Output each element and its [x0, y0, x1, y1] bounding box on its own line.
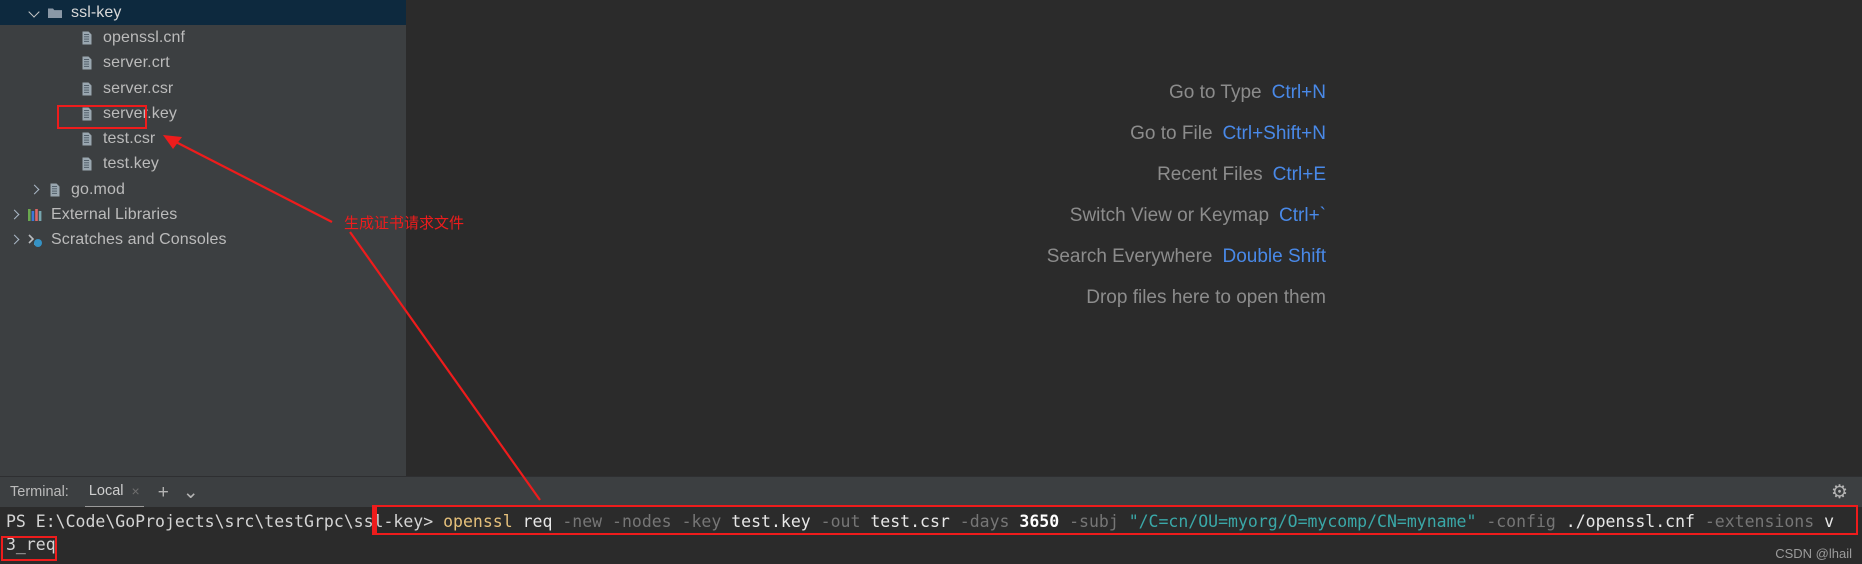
- tree-item-label: External Libraries: [51, 206, 178, 224]
- tree-item-label: openssl.cnf: [103, 28, 186, 46]
- shortcut-key: Double Shift: [1222, 245, 1326, 267]
- tree-item-openssl-cnf[interactable]: openssl.cnf: [0, 25, 406, 50]
- shortcut-label: Search Everywhere: [1046, 245, 1213, 267]
- command-token: ./openssl.cnf: [1565, 512, 1695, 531]
- shortcut-hint-row: Go to Type Ctrl+N: [406, 72, 1326, 113]
- shortcut-hint-row: Drop files here to open them: [406, 277, 1326, 318]
- gear-icon[interactable]: ⚙: [1831, 483, 1848, 502]
- tree-item-label: test.key: [103, 155, 159, 173]
- tree-item-label: server.key: [103, 104, 177, 122]
- command-start-marker: [374, 506, 377, 534]
- tree-item-label: test.csr: [103, 130, 156, 148]
- shortcut-hint-row: Search Everywhere Double Shift: [406, 236, 1326, 277]
- shortcut-hint-row: Switch View or Keymap Ctrl+`: [406, 195, 1326, 236]
- chevron-down-icon[interactable]: [28, 6, 42, 20]
- file-icon: [78, 54, 96, 72]
- folder-icon: [46, 4, 64, 22]
- terminal-command[interactable]: openssl req -new -nodes -key test.key -o…: [433, 512, 1834, 531]
- chevron-right-icon[interactable]: [8, 233, 22, 247]
- shortcut-hints-list: Go to Type Ctrl+N Go to File Ctrl+Shift+N Re…: [406, 72, 1326, 318]
- chevron-right-icon[interactable]: [8, 208, 22, 222]
- project-tree-panel[interactable]: ssl-key openssl.cnf server.crt server.csr se…: [0, 0, 406, 476]
- shortcut-label: Switch View or Keymap: [1069, 204, 1270, 226]
- tree-item-test-key[interactable]: test.key: [0, 152, 406, 177]
- terminal-output[interactable]: PS E:\Code\GoProjects\src\testGrpc\ssl-k…: [0, 507, 1862, 564]
- command-token: test.key: [731, 512, 811, 531]
- close-icon[interactable]: ×: [132, 483, 140, 499]
- file-icon: [78, 155, 96, 173]
- command-token: openssl: [443, 512, 513, 531]
- shortcut-label: Go to File: [1130, 122, 1213, 144]
- file-icon: [46, 181, 64, 199]
- shortcut-key: Ctrl+`: [1279, 204, 1326, 226]
- command-token: -config: [1486, 512, 1556, 531]
- command-token: 3650: [1019, 512, 1060, 531]
- terminal-tab-label: Local: [88, 483, 124, 499]
- command-token: req: [522, 512, 553, 531]
- file-icon: [78, 105, 96, 123]
- library-icon: [26, 206, 44, 224]
- chevron-right-icon[interactable]: [28, 183, 42, 197]
- command-token: -extensions: [1704, 512, 1815, 531]
- terminal-tab-local[interactable]: Local ×: [84, 477, 144, 508]
- chevron-down-icon[interactable]: ⌄: [183, 483, 199, 502]
- tree-item-test-csr[interactable]: test.csr: [0, 126, 406, 151]
- terminal-command-continuation: 3_req: [6, 535, 56, 554]
- tree-item-ssl-key[interactable]: ssl-key: [0, 0, 406, 26]
- tree-item-label: server.crt: [103, 54, 170, 72]
- watermark-label: CSDN @lhail: [1775, 546, 1852, 561]
- shortcut-hint-row: Recent Files Ctrl+E: [406, 154, 1326, 195]
- scratches-icon: [26, 231, 44, 249]
- tree-item-label: server.csr: [103, 79, 174, 97]
- file-icon: [78, 29, 96, 47]
- command-token: -nodes: [612, 512, 672, 531]
- tree-item-label: ssl-key: [71, 3, 122, 21]
- file-icon: [78, 80, 96, 98]
- command-token: v: [1824, 512, 1835, 531]
- annotation-note: 生成证书请求文件: [344, 214, 465, 232]
- command-token: test.csr: [870, 512, 950, 531]
- command-token: -key: [681, 512, 722, 531]
- terminal-title: Terminal:: [10, 484, 69, 500]
- command-token: -subj: [1069, 512, 1119, 531]
- ide-window: ssl-key openssl.cnf server.crt server.csr se…: [0, 0, 1862, 564]
- shortcut-label: Go to Type: [1169, 81, 1262, 103]
- editor-empty-state: Go to Type Ctrl+N Go to File Ctrl+Shift+N Re…: [406, 0, 1862, 476]
- command-token: -days: [959, 512, 1010, 531]
- shortcut-key: Ctrl+E: [1272, 163, 1326, 185]
- add-terminal-icon[interactable]: +: [158, 483, 169, 502]
- terminal-toolbar[interactable]: Terminal: Local × + ⌄ ⚙: [0, 476, 1862, 508]
- tree-item-label: Scratches and Consoles: [51, 231, 227, 249]
- tree-item-label: go.mod: [71, 180, 125, 198]
- command-token: "/C=cn/OU=myorg/O=mycomp/CN=myname": [1128, 512, 1477, 531]
- tree-item-server-csr[interactable]: server.csr: [0, 76, 406, 101]
- shortcut-key: Ctrl+Shift+N: [1222, 122, 1326, 144]
- shortcut-hint-row: Go to File Ctrl+Shift+N: [406, 113, 1326, 154]
- shortcut-label: Drop files here to open them: [1086, 286, 1326, 308]
- shortcut-label: Recent Files: [1157, 163, 1263, 185]
- terminal-prompt-line: PS E:\Code\GoProjects\src\testGrpc\ssl-k…: [6, 510, 1834, 534]
- terminal-prompt-path: PS E:\Code\GoProjects\src\testGrpc\ssl-k…: [6, 512, 434, 531]
- tree-item-go-mod[interactable]: go.mod: [0, 177, 406, 202]
- tree-item-server-key[interactable]: server.key: [0, 101, 406, 126]
- shortcut-key: Ctrl+N: [1271, 81, 1326, 103]
- command-token: -new: [562, 512, 603, 531]
- command-token: -out: [820, 512, 861, 531]
- file-icon: [78, 130, 96, 148]
- tree-item-server-crt[interactable]: server.crt: [0, 51, 406, 76]
